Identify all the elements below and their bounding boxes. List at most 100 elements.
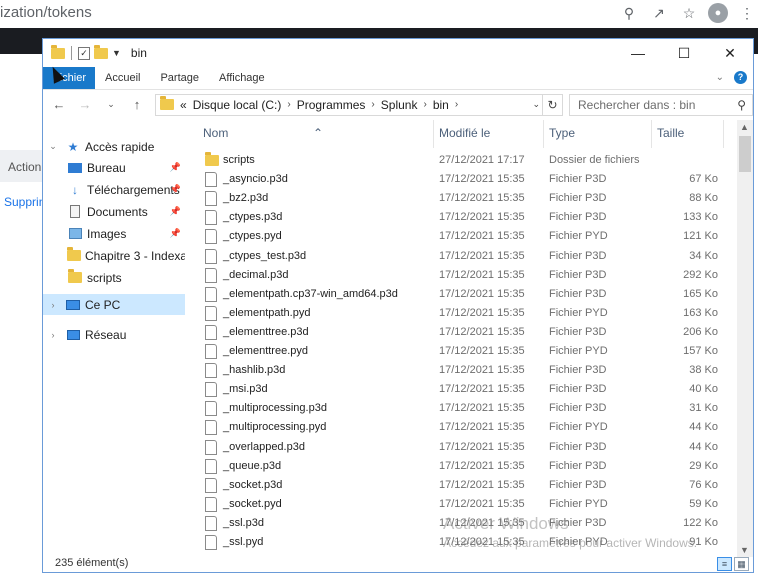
- help-icon[interactable]: ?: [734, 71, 747, 84]
- expand-chevron-icon[interactable]: ⌄: [47, 141, 59, 152]
- table-row[interactable]: _multiprocessing.p3d 17/12/2021 15:35 Fich…: [193, 399, 738, 418]
- address-dropdown-icon[interactable]: ⌄: [532, 99, 540, 110]
- expand-chevron-icon[interactable]: ›: [47, 300, 59, 310]
- table-row[interactable]: _ctypes.pyd 17/12/2021 15:35 Fichier PYD 12…: [193, 227, 738, 246]
- column-header-name[interactable]: Nom: [203, 126, 228, 140]
- table-row[interactable]: scripts 27/12/2021 17:17 Dossier de fichie…: [193, 151, 738, 170]
- file-type: Fichier P3D: [549, 325, 607, 338]
- breadcrumb-bin[interactable]: bin: [433, 98, 449, 112]
- customize-dropdown-icon[interactable]: ▼: [112, 48, 121, 58]
- file-size: 67 Ko: [689, 173, 718, 186]
- pin-icon[interactable]: 📌: [170, 162, 181, 173]
- sidebar-item-quick-access[interactable]: ⌄ ★ Accès rapide: [43, 136, 185, 157]
- sidebar-item-ce-pc[interactable]: › Ce PC: [43, 294, 185, 315]
- table-row[interactable]: _elementpath.pyd 17/12/2021 15:35 Fichier …: [193, 304, 738, 323]
- pin-icon[interactable]: 📌: [170, 184, 181, 195]
- item-count: 235 élément(s): [55, 557, 129, 569]
- table-row[interactable]: _decimal.p3d 17/12/2021 15:35 Fichier P3D 2…: [193, 266, 738, 285]
- expand-ribbon-icon[interactable]: ⌄: [716, 72, 724, 83]
- new-folder-icon[interactable]: [94, 44, 108, 59]
- file-modified: 17/12/2021 15:35: [439, 421, 525, 434]
- properties-icon[interactable]: ✓: [78, 46, 90, 60]
- file-type: Fichier P3D: [549, 402, 607, 415]
- file-modified: 17/12/2021 15:35: [439, 249, 525, 262]
- table-row[interactable]: _elementpath.cp37-win_amd64.p3d 17/12/202…: [193, 285, 738, 304]
- column-header-type[interactable]: Type: [549, 126, 575, 140]
- minimize-button[interactable]: —: [615, 39, 661, 67]
- table-row[interactable]: _hashlib.p3d 17/12/2021 15:35 Fichier P3D 3…: [193, 361, 738, 380]
- up-arrow-icon[interactable]: ↑: [129, 97, 145, 112]
- share-icon[interactable]: ↗: [648, 2, 670, 24]
- pin-icon[interactable]: 📌: [170, 206, 181, 217]
- search-placeholder: Rechercher dans : bin: [578, 97, 696, 112]
- chevron-right-icon[interactable]: ›: [423, 99, 426, 110]
- file-modified: 17/12/2021 15:35: [439, 478, 525, 491]
- delete-link[interactable]: Supprin: [4, 195, 45, 209]
- sidebar-item-chapitre-3[interactable]: Chapitre 3 - Indexat: [43, 245, 185, 266]
- table-row[interactable]: _ctypes.p3d 17/12/2021 15:35 Fichier P3D 13…: [193, 208, 738, 227]
- vertical-scrollbar[interactable]: ▲ ▼: [737, 120, 753, 557]
- table-row[interactable]: _bz2.p3d 17/12/2021 15:35 Fichier P3D 88 Ko: [193, 189, 738, 208]
- pin-icon[interactable]: 📌: [170, 228, 181, 239]
- table-row[interactable]: _overlapped.p3d 17/12/2021 15:35 Fichier P…: [193, 438, 738, 457]
- star-icon[interactable]: ☆: [678, 2, 700, 24]
- browser-url[interactable]: ization/tokens: [0, 4, 92, 21]
- column-divider[interactable]: [651, 120, 652, 148]
- scroll-down-icon[interactable]: ▼: [740, 545, 749, 555]
- column-divider[interactable]: [543, 120, 544, 148]
- sidebar-item-images[interactable]: Images 📌: [43, 223, 185, 244]
- tab-partage[interactable]: Partage: [150, 67, 209, 89]
- column-header-size[interactable]: Taille: [657, 126, 684, 140]
- avatar[interactable]: ●: [708, 3, 728, 23]
- column-header-modified[interactable]: Modifié le: [439, 126, 490, 140]
- breadcrumb-disk[interactable]: Disque local (C:): [193, 98, 282, 112]
- table-row[interactable]: _elementtree.p3d 17/12/2021 15:35 Fichier …: [193, 323, 738, 342]
- sidebar-item-reseau[interactable]: › Réseau: [43, 324, 185, 345]
- file-icon: [205, 248, 217, 264]
- table-row[interactable]: _elementtree.pyd 17/12/2021 15:35 Fichier …: [193, 342, 738, 361]
- menu-icon[interactable]: ⋮: [736, 2, 758, 24]
- sidebar-item-scripts[interactable]: scripts: [43, 267, 185, 288]
- file-icon: [205, 515, 217, 531]
- chevron-right-icon[interactable]: ›: [371, 99, 374, 110]
- navigation-pane: ⌄ ★ Accès rapide Bureau 📌 ↓ Téléchargeme…: [43, 120, 185, 557]
- recent-locations-icon[interactable]: ⌄: [103, 99, 119, 110]
- table-row[interactable]: _msi.p3d 17/12/2021 15:35 Fichier P3D 40 Ko: [193, 380, 738, 399]
- refresh-icon[interactable]: ↻: [542, 94, 562, 115]
- tab-accueil[interactable]: Accueil: [95, 67, 150, 89]
- tab-affichage[interactable]: Affichage: [209, 67, 275, 89]
- scroll-up-icon[interactable]: ▲: [740, 122, 749, 132]
- sidebar-item-bureau[interactable]: Bureau 📌: [43, 157, 185, 178]
- details-view-icon[interactable]: ≡: [717, 557, 732, 571]
- close-button[interactable]: ✕: [707, 39, 753, 67]
- sidebar-item-documents[interactable]: Documents 📌: [43, 201, 185, 222]
- table-row[interactable]: _multiprocessing.pyd 17/12/2021 15:35 Fich…: [193, 418, 738, 437]
- breadcrumb-overflow[interactable]: «: [180, 98, 187, 112]
- sidebar-item-telechargements[interactable]: ↓ Téléchargements 📌: [43, 179, 185, 200]
- zoom-icon[interactable]: ⚲: [618, 2, 640, 24]
- explorer-window: ✓ ▼ bin — ☐ ✕ Fichier Accueil Partage Af…: [42, 38, 754, 573]
- maximize-button[interactable]: ☐: [661, 39, 707, 67]
- table-row[interactable]: _socket.pyd 17/12/2021 15:35 Fichier PYD 59…: [193, 495, 738, 514]
- table-row[interactable]: _queue.p3d 17/12/2021 15:35 Fichier P3D 29 …: [193, 457, 738, 476]
- file-name: _multiprocessing.pyd: [223, 421, 327, 434]
- address-bar[interactable]: « Disque local (C:) › Programmes › Splun…: [155, 93, 563, 116]
- file-type: Fichier P3D: [549, 211, 607, 224]
- table-row[interactable]: _ctypes_test.p3d 17/12/2021 15:35 Fichier …: [193, 247, 738, 266]
- file-name: _bz2.p3d: [223, 192, 269, 205]
- search-input[interactable]: Rechercher dans : bin ⚲: [569, 93, 753, 116]
- large-icons-view-icon[interactable]: ▦: [734, 557, 749, 571]
- table-row[interactable]: _socket.p3d 17/12/2021 15:35 Fichier P3D 76…: [193, 476, 738, 495]
- table-row[interactable]: _asyncio.p3d 17/12/2021 15:35 Fichier P3D 6…: [193, 170, 738, 189]
- column-divider[interactable]: [433, 120, 434, 148]
- chevron-right-icon[interactable]: ›: [455, 99, 458, 110]
- back-arrow-icon[interactable]: ←: [51, 97, 67, 112]
- column-divider[interactable]: [723, 120, 724, 148]
- breadcrumb-programmes[interactable]: Programmes: [297, 98, 366, 112]
- breadcrumb-splunk[interactable]: Splunk: [381, 98, 418, 112]
- file-type: Fichier P3D: [549, 478, 607, 491]
- forward-arrow-icon[interactable]: →: [77, 97, 93, 112]
- scroll-thumb[interactable]: [739, 136, 751, 172]
- expand-chevron-icon[interactable]: ›: [47, 330, 59, 340]
- chevron-right-icon[interactable]: ›: [287, 99, 290, 110]
